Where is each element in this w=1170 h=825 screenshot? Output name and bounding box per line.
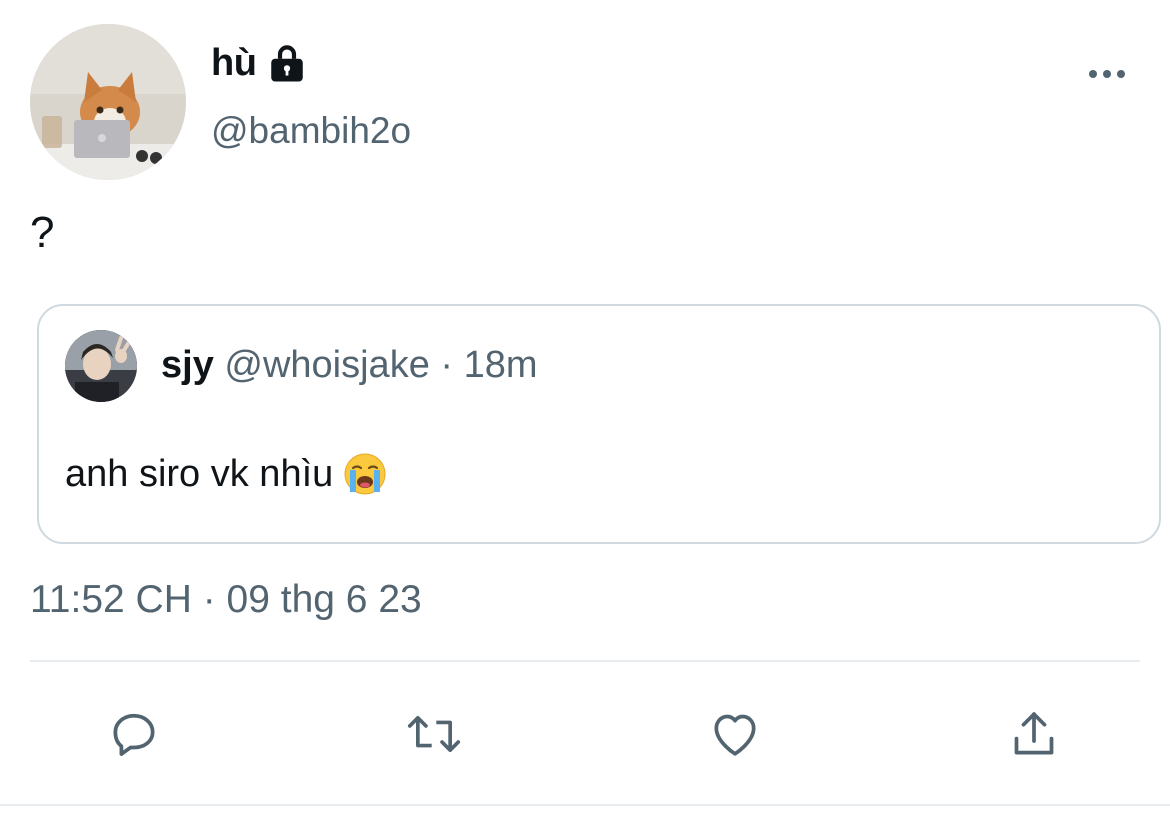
person-avatar-image [65, 330, 137, 402]
author-display-name[interactable]: hù [211, 42, 308, 85]
quoted-separator: · [440, 344, 454, 386]
quoted-author-handle: @whoisjake [224, 344, 430, 386]
quoted-tweet-time: 18m [463, 344, 538, 386]
tweet-text: ? [30, 208, 55, 257]
loudly-crying-face-icon [343, 452, 387, 496]
more-options-icon[interactable] [1082, 56, 1132, 92]
reply-button[interactable] [104, 704, 164, 764]
author-avatar[interactable] [30, 24, 186, 180]
divider [30, 660, 1140, 662]
quoted-tweet[interactable]: sjy @whoisjake · 18m anh siro vk nhìu [37, 304, 1161, 544]
heart-icon [714, 714, 756, 756]
quoted-tweet-body: anh siro vk nhìu [65, 452, 334, 495]
retweet-button[interactable] [404, 704, 464, 764]
quoted-tweet-header: sjy @whoisjake · 18m [161, 344, 538, 387]
share-button[interactable] [1004, 704, 1064, 764]
bottom-divider [0, 804, 1170, 806]
retweet-icon [407, 716, 461, 752]
tweet-timestamp[interactable]: 11:52 CH · 09 thg 6 23 [30, 578, 422, 622]
like-button[interactable] [705, 704, 765, 764]
share-icon [1014, 712, 1054, 755]
author-name-text: hù [211, 42, 257, 84]
cat-avatar-image [30, 24, 186, 180]
lock-icon [266, 43, 308, 85]
quoted-tweet-text: anh siro vk nhìu [65, 452, 387, 496]
quoted-author-avatar [65, 330, 137, 402]
author-handle[interactable]: @bambih2o [211, 110, 411, 152]
reply-icon [113, 713, 155, 756]
quoted-author-name: sjy [161, 344, 214, 386]
